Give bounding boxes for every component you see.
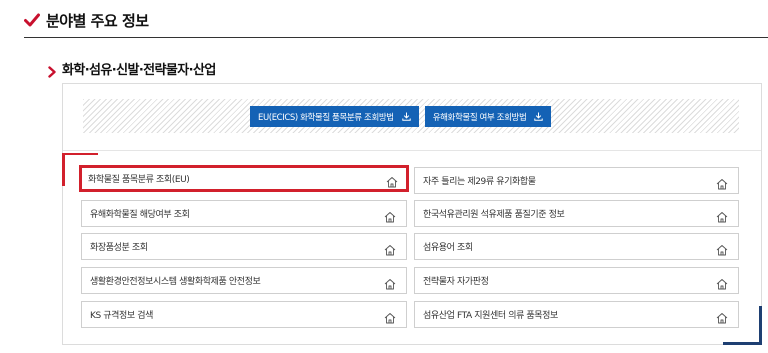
link-hazardous-chemical-check[interactable]: 유해화학물질 해당여부 조회 [81, 200, 407, 227]
link-label: 유해화학물질 해당여부 조회 [90, 210, 190, 220]
link-strategic-goods-self-check[interactable]: 전략물자 자가판정 [414, 267, 739, 294]
home-icon [386, 173, 398, 187]
home-icon [716, 208, 728, 222]
link-label: 전략물자 자가판정 [423, 277, 489, 287]
home-icon [384, 208, 396, 222]
home-icon [716, 241, 728, 255]
hazardous-guide-button[interactable]: 유해화학물질 여부 조회방법 [424, 106, 552, 127]
button-label: EU(ECICS) 화학물질 품목분류 조회방법 [258, 112, 394, 123]
home-icon [384, 241, 396, 255]
sub-header: 화학·섬유·신발·전략물자·산업 [47, 59, 216, 78]
subsection-title: 화학·섬유·신발·전략물자·산업 [62, 63, 216, 78]
link-label: 화학물질 품목분류 조회(EU) [88, 175, 190, 185]
download-icon [402, 112, 411, 121]
ecics-guide-button[interactable]: EU(ECICS) 화학물질 품목분류 조회방법 [250, 106, 419, 127]
home-icon [384, 309, 396, 323]
link-organic-compound-29[interactable]: 자주 틀리는 제29류 유기화합물 [414, 167, 739, 194]
link-label: 섬유용어 조회 [423, 243, 473, 253]
link-label: 화장품성분 조회 [90, 243, 148, 253]
link-petroleum-quality[interactable]: 한국석유관리원 석유제품 품질기준 정보 [414, 200, 739, 227]
header-rule [24, 37, 768, 38]
link-label: 섬유산업 FTA 지원센터 의류 품목정보 [423, 311, 558, 321]
box-divider [63, 150, 761, 151]
link-textile-fta-apparel[interactable]: 섬유산업 FTA 지원센터 의류 품목정보 [414, 301, 739, 328]
link-label: 한국석유관리원 석유제품 품질기준 정보 [423, 210, 565, 220]
corner-accent-navy-horizontal [723, 342, 762, 345]
button-label: 유해화학물질 여부 조회방법 [432, 112, 527, 123]
link-label: KS 규격정보 검색 [90, 311, 154, 321]
link-ks-standard-search[interactable]: KS 규격정보 검색 [81, 301, 407, 328]
home-icon [716, 175, 728, 189]
link-chemical-classification-eu[interactable]: 화학물질 품목분류 조회(EU) [79, 165, 409, 192]
link-label: 생활환경안전정보시스템 생활화학제품 안전정보 [90, 277, 261, 287]
chevron-right-icon [47, 63, 57, 78]
download-buttons: EU(ECICS) 화학물질 품목분류 조회방법 유해화학물질 여부 조회방법 [250, 106, 552, 127]
link-label: 자주 틀리는 제29류 유기화합물 [423, 177, 536, 187]
section-header: 분야별 주요 정보 [24, 6, 149, 34]
corner-accent-red-vertical [62, 153, 65, 186]
link-cosmetic-ingredient[interactable]: 화장품성분 조회 [81, 233, 407, 260]
home-icon [384, 275, 396, 289]
home-icon [716, 309, 728, 323]
link-living-chemical-safety[interactable]: 생활환경안전정보시스템 생활화학제품 안전정보 [81, 267, 407, 294]
link-textile-terms[interactable]: 섬유용어 조회 [414, 233, 739, 260]
download-icon [534, 112, 544, 121]
corner-accent-navy-vertical [759, 306, 762, 345]
corner-accent-red-horizontal [62, 153, 98, 155]
home-icon [716, 275, 728, 289]
section-title: 분야별 주요 정보 [46, 11, 149, 30]
check-icon [24, 12, 40, 28]
